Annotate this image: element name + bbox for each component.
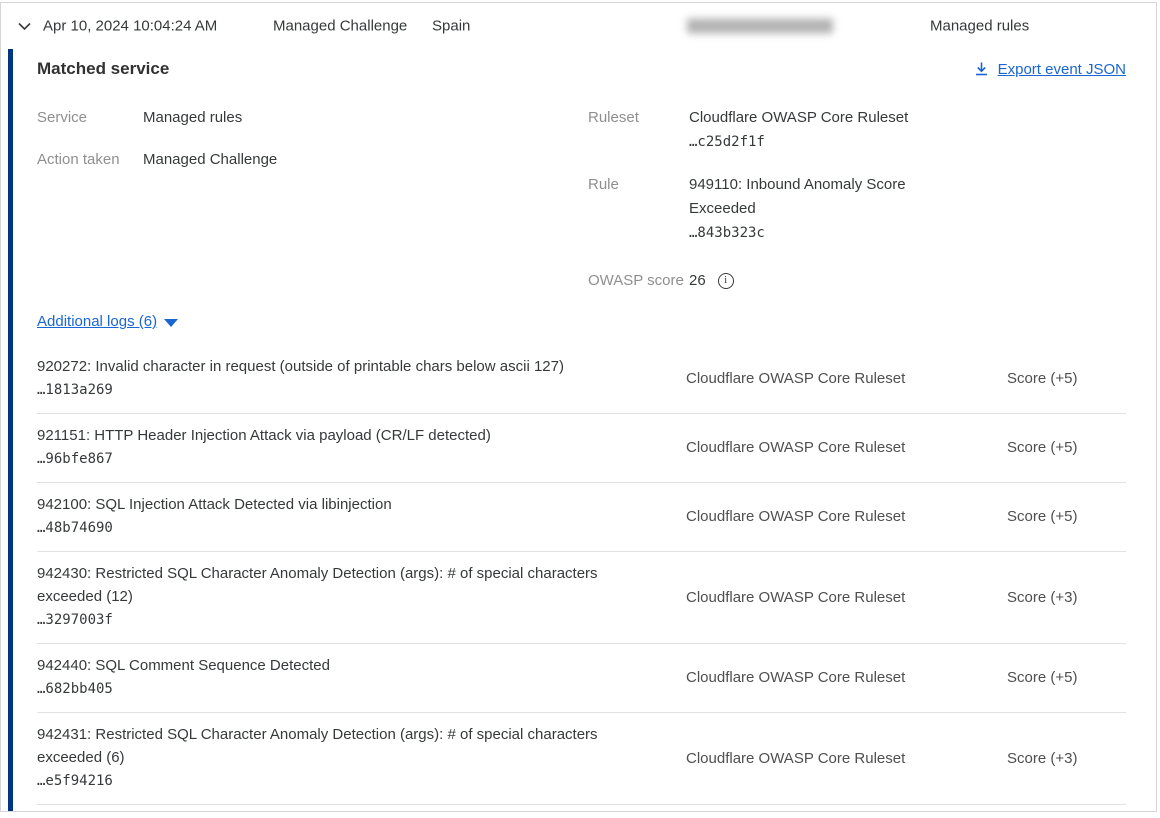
event-action: Managed Challenge — [273, 18, 407, 35]
log-row: 942440: SQL Comment Sequence Detected …6… — [37, 644, 1126, 713]
action-taken-label: Action taken — [37, 148, 143, 171]
log-hash: …96bfe867 — [37, 447, 637, 471]
matched-service-title: Matched service — [37, 59, 169, 79]
additional-logs-toggle[interactable]: Additional logs (6) — [37, 313, 178, 330]
event-detail-body: Matched service Export event JSON Servic… — [1, 49, 1156, 811]
ruleset-value: Cloudflare OWASP Core Ruleset — [689, 106, 929, 130]
redacted-host-value — [687, 19, 833, 34]
export-event-json-link[interactable]: Export event JSON — [974, 61, 1126, 78]
action-taken-value: Managed Challenge — [143, 148, 277, 171]
owasp-score-value: 26 — [689, 269, 706, 292]
rule-label: Rule — [588, 173, 689, 245]
log-hash: …e5f94216 — [37, 769, 637, 793]
log-hash: …1813a269 — [37, 378, 637, 402]
ruleset-detail-row: Ruleset Cloudflare OWASP Core Ruleset …c… — [588, 106, 929, 154]
log-description: 921151: HTTP Header Injection Attack via… — [37, 427, 491, 444]
collapse-event-button[interactable] — [13, 15, 35, 37]
event-service: Managed rules — [930, 18, 1029, 35]
action-taken-detail-row: Action taken Managed Challenge — [37, 148, 588, 171]
event-timestamp: Apr 10, 2024 10:04:24 AM — [43, 18, 217, 35]
log-description: 942431: Restricted SQL Character Anomaly… — [37, 726, 598, 766]
info-icon[interactable]: i — [718, 273, 734, 289]
caret-down-icon — [164, 319, 178, 327]
additional-logs-table: 920272: Invalid character in request (ou… — [37, 345, 1126, 805]
log-row: 942430: Restricted SQL Character Anomaly… — [37, 552, 1126, 644]
log-ruleset: Cloudflare OWASP Core Ruleset — [686, 508, 1007, 525]
log-hash: …48b74690 — [37, 516, 637, 540]
chevron-down-icon — [16, 18, 33, 35]
log-ruleset: Cloudflare OWASP Core Ruleset — [686, 439, 1007, 456]
ruleset-label: Ruleset — [588, 106, 689, 154]
owasp-score-label: OWASP score — [588, 269, 689, 292]
log-row: 921151: HTTP Header Injection Attack via… — [37, 414, 1126, 483]
details-right-column: Ruleset Cloudflare OWASP Core Ruleset …c… — [588, 106, 929, 292]
service-detail-row: Service Managed rules — [37, 106, 588, 129]
log-description: 920272: Invalid character in request (ou… — [37, 358, 564, 375]
log-row: 942431: Restricted SQL Character Anomaly… — [37, 713, 1126, 805]
log-row: 942100: SQL Injection Attack Detected vi… — [37, 483, 1126, 552]
log-description: 942440: SQL Comment Sequence Detected — [37, 657, 330, 674]
log-hash: …682bb405 — [37, 677, 637, 701]
additional-logs-label: Additional logs (6) — [37, 313, 157, 330]
log-score: Score (+5) — [1007, 439, 1126, 456]
log-ruleset: Cloudflare OWASP Core Ruleset — [686, 669, 1007, 686]
log-description: 942430: Restricted SQL Character Anomaly… — [37, 565, 598, 605]
rule-hash: …843b323c — [689, 221, 929, 245]
rule-value: 949110: Inbound Anomaly Score Exceeded — [689, 173, 929, 221]
ruleset-hash: …c25d2f1f — [689, 130, 929, 154]
log-ruleset: Cloudflare OWASP Core Ruleset — [686, 589, 1007, 606]
rule-detail-row: Rule 949110: Inbound Anomaly Score Excee… — [588, 173, 929, 245]
service-value: Managed rules — [143, 106, 242, 129]
log-score: Score (+5) — [1007, 508, 1126, 525]
log-hash: …3297003f — [37, 608, 637, 632]
event-summary-row[interactable]: Apr 10, 2024 10:04:24 AM Managed Challen… — [1, 3, 1156, 49]
log-ruleset: Cloudflare OWASP Core Ruleset — [686, 750, 1007, 767]
export-link-label: Export event JSON — [998, 61, 1126, 78]
log-ruleset: Cloudflare OWASP Core Ruleset — [686, 370, 1007, 387]
log-description: 942100: SQL Injection Attack Detected vi… — [37, 496, 392, 513]
event-country: Spain — [432, 18, 470, 35]
log-row: 920272: Invalid character in request (ou… — [37, 345, 1126, 414]
log-score: Score (+3) — [1007, 589, 1126, 606]
log-score: Score (+5) — [1007, 669, 1126, 686]
details-left-column: Service Managed rules Action taken Manag… — [37, 106, 588, 292]
log-score: Score (+5) — [1007, 370, 1126, 387]
service-label: Service — [37, 106, 143, 129]
firewall-event-panel: Apr 10, 2024 10:04:24 AM Managed Challen… — [0, 2, 1157, 812]
log-score: Score (+3) — [1007, 750, 1126, 767]
owasp-score-row: OWASP score 26 i — [588, 269, 929, 292]
download-icon — [974, 61, 989, 77]
